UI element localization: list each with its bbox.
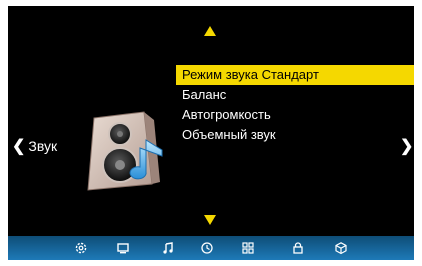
scroll-up-arrow-icon[interactable]	[204, 26, 216, 36]
menu-item-balance[interactable]: Баланс	[176, 85, 414, 105]
prev-category-button[interactable]: ❮ Звук	[12, 136, 57, 156]
menu-item-auto-volume[interactable]: Автогромкость	[176, 105, 414, 125]
bottom-category-bar	[8, 236, 414, 260]
speaker-with-music-note-icon	[87, 111, 163, 191]
clock-icon[interactable]	[200, 241, 214, 255]
cube-icon[interactable]	[334, 241, 348, 255]
menu-item-sound-mode[interactable]: Режим звука Стандарт	[176, 65, 414, 85]
menu-item-surround-sound[interactable]: Объемный звук	[176, 125, 414, 145]
tv-menu-screen: ❮ Звук Режим звука Стандарт Баланс Автог…	[8, 6, 414, 260]
sound-menu-list: Режим звука Стандарт Баланс Автогромкост…	[176, 65, 414, 145]
monitor-icon[interactable]	[116, 241, 130, 255]
scroll-down-arrow-icon[interactable]	[204, 215, 216, 225]
lock-icon[interactable]	[291, 241, 305, 255]
settings-gear-icon[interactable]	[74, 241, 88, 255]
music-note-icon[interactable]	[161, 241, 175, 255]
category-label: Звук	[28, 138, 58, 154]
grid-icon[interactable]	[241, 241, 255, 255]
chevron-left-icon: ❮	[12, 138, 26, 155]
next-category-chevron-right-icon[interactable]: ❯	[400, 136, 413, 156]
